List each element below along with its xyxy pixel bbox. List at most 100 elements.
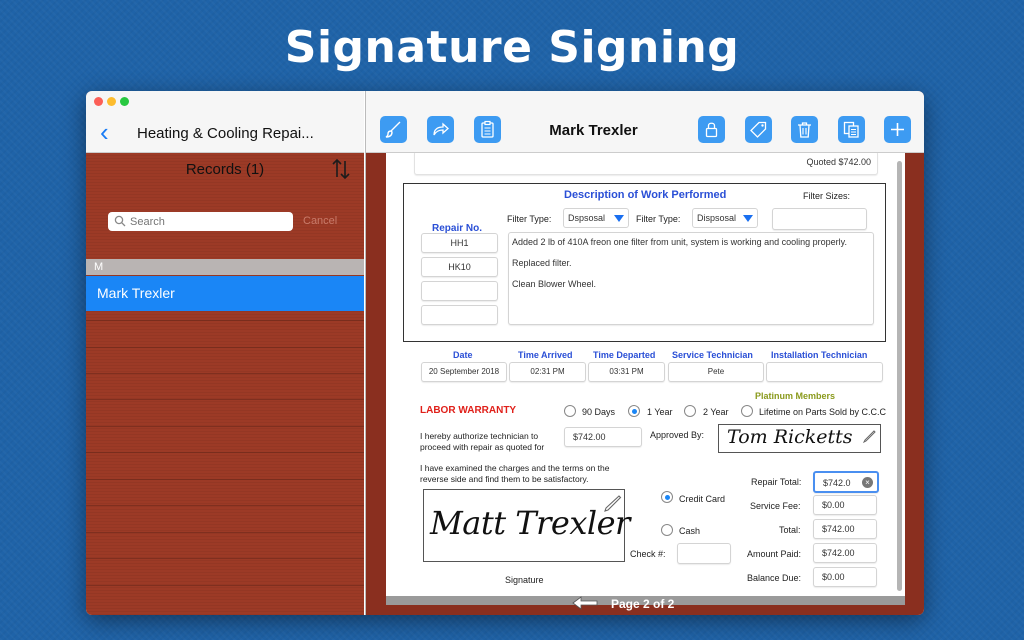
date-header: Date	[453, 350, 473, 360]
divider	[86, 532, 364, 533]
trash-button[interactable]	[791, 116, 818, 143]
platinum-members-label: Platinum Members	[755, 391, 836, 401]
brush-icon	[385, 121, 401, 138]
divider	[86, 373, 364, 374]
balance-due-label: Balance Due:	[747, 573, 802, 583]
work-description-field[interactable]: Added 2 lb of 410A freon one filter from…	[508, 232, 874, 325]
repair-total-field[interactable]: $742.0 ×	[813, 471, 879, 493]
time-arrived-field[interactable]: 02:31 PM	[509, 362, 586, 382]
previous-page-arrow-icon[interactable]	[571, 595, 599, 611]
cash-label: Cash	[679, 526, 701, 536]
authorize-text: I hereby authorize technician to	[420, 431, 539, 441]
vertical-scrollbar[interactable]	[897, 161, 902, 591]
sidebar: ‹ Heating & Cooling Repai... Records (1)…	[86, 91, 364, 615]
brush-button[interactable]	[380, 116, 407, 143]
cash-radio[interactable]	[661, 524, 673, 536]
filter-type-select-2[interactable]: Dispsosal	[692, 208, 758, 228]
check-number-label: Check #:	[630, 549, 666, 559]
search-field[interactable]	[108, 212, 293, 231]
authorize-amount-field[interactable]: $742.00	[564, 427, 642, 447]
warranty-1-year-radio[interactable]	[628, 405, 640, 417]
quoted-field[interactable]: Quoted $742.00	[414, 153, 878, 175]
sort-icon[interactable]	[331, 157, 351, 181]
time-departed-field[interactable]: 03:31 PM	[588, 362, 665, 382]
cancel-button[interactable]: Cancel	[303, 215, 337, 227]
divider	[86, 426, 364, 427]
trash-icon	[798, 122, 811, 138]
invoice-page: Quoted $742.00 Description of Work Perfo…	[386, 153, 905, 599]
service-fee-label: Service Fee:	[750, 501, 801, 511]
pen-icon[interactable]	[861, 429, 877, 445]
filter-type-select-1[interactable]: Dspsosal	[563, 208, 629, 228]
credit-card-radio[interactable]	[661, 491, 673, 503]
repair-no-field-4[interactable]	[421, 305, 498, 325]
work-line: Clean Blower Wheel.	[512, 279, 597, 289]
repair-total-label: Repair Total:	[751, 477, 802, 487]
clear-icon[interactable]: ×	[862, 477, 873, 488]
total-label: Total:	[779, 525, 801, 535]
filter-sizes-label: Filter Sizes:	[803, 191, 851, 201]
time-arrived-header: Time Arrived	[518, 350, 573, 360]
customer-signature-box[interactable]: Matt Trexler	[423, 489, 630, 562]
clipboard-icon	[481, 120, 494, 138]
toolbar: Mark Trexler	[366, 91, 924, 153]
records-count: Records (1)	[185, 161, 265, 178]
description-title: Description of Work Performed	[564, 189, 727, 201]
minimize-window-button[interactable]	[107, 97, 116, 106]
main-pane: Mark Trexler Quoted $742.00 Description …	[365, 91, 924, 615]
lock-button[interactable]	[698, 116, 725, 143]
copy-button[interactable]	[838, 116, 865, 143]
sidebar-title: Heating & Cooling Repai...	[137, 125, 314, 142]
examined-text: I have examined the charges and the term…	[420, 463, 610, 473]
list-item[interactable]: Mark Trexler	[86, 276, 364, 311]
divider	[86, 479, 364, 480]
search-input[interactable]	[130, 214, 285, 229]
repair-no-field-1[interactable]: HH1	[421, 233, 498, 253]
repair-no-field-3[interactable]	[421, 281, 498, 301]
quoted-amount: Quoted $742.00	[806, 157, 871, 167]
warranty-lifetime-radio[interactable]	[741, 405, 753, 417]
tag-icon	[750, 121, 767, 138]
divider	[86, 558, 364, 559]
pen-icon[interactable]	[602, 494, 622, 514]
back-chevron-icon[interactable]: ‹	[100, 119, 109, 145]
credit-card-label: Credit Card	[679, 494, 726, 504]
check-number-field[interactable]	[677, 543, 731, 564]
approved-by-signature-box[interactable]: Tom Ricketts	[718, 424, 881, 453]
sidebar-header: ‹ Heating & Cooling Repai...	[86, 91, 364, 153]
installation-technician-header: Installation Technician	[771, 350, 868, 360]
close-window-button[interactable]	[94, 97, 103, 106]
installation-technician-field[interactable]	[766, 362, 883, 382]
service-technician-header: Service Technician	[672, 350, 753, 360]
repair-no-field-2[interactable]: HK10	[421, 257, 498, 277]
lock-icon	[705, 122, 718, 138]
dropdown-arrow-icon	[743, 215, 753, 222]
divider	[86, 320, 364, 321]
copy-icon	[843, 121, 859, 138]
clipboard-button[interactable]	[474, 116, 501, 143]
zoom-window-button[interactable]	[120, 97, 129, 106]
filter-sizes-field[interactable]	[772, 208, 867, 230]
service-technician-field[interactable]: Pete	[668, 362, 764, 382]
amount-paid-field[interactable]: $742.00	[813, 543, 877, 563]
page-indicator: Page 2 of 2	[611, 597, 675, 611]
warranty-90-days-label: 90 Days	[582, 407, 616, 417]
tag-button[interactable]	[745, 116, 772, 143]
search-icon	[114, 215, 126, 227]
time-departed-header: Time Departed	[593, 350, 656, 360]
service-fee-field[interactable]: $0.00	[813, 495, 877, 515]
date-field[interactable]: 20 September 2018	[421, 362, 507, 382]
filter-type-label-1: Filter Type:	[507, 214, 552, 224]
customer-signature: Matt Trexler	[430, 504, 630, 542]
labor-warranty-title: LABOR WARRANTY	[420, 405, 517, 416]
add-button[interactable]	[884, 116, 911, 143]
warranty-90-days-radio[interactable]	[564, 405, 576, 417]
total-field[interactable]: $742.00	[813, 519, 877, 539]
divider	[86, 585, 364, 586]
balance-due-field[interactable]: $0.00	[813, 567, 877, 587]
share-button[interactable]	[427, 116, 454, 143]
warranty-lifetime-label: Lifetime on Parts Sold by C.C.C	[759, 407, 887, 417]
headline: Signature Signing	[284, 22, 740, 73]
warranty-2-year-label: 2 Year	[703, 407, 729, 417]
warranty-2-year-radio[interactable]	[684, 405, 696, 417]
